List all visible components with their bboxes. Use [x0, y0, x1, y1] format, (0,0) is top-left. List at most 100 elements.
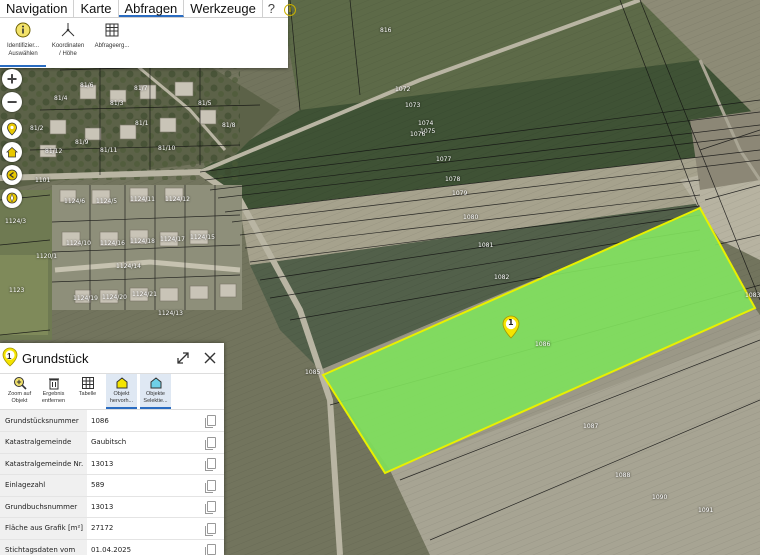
back-arrow-icon — [6, 169, 18, 181]
zoom-to-object-button[interactable]: Zoom auf Objekt — [4, 374, 35, 409]
parcel-label: 1124/19 — [73, 295, 98, 302]
parcel-label: 1091 — [698, 507, 714, 514]
parcel-label: 1124/5 — [96, 198, 118, 205]
tab-karte[interactable]: Karte — [74, 0, 119, 17]
coordinates-height-tool[interactable]: Koordinaten / Höhe — [46, 18, 90, 67]
parcel-label: 1073 — [405, 102, 421, 109]
query-results-tool[interactable]: Abfrageerg... — [90, 18, 134, 67]
parcel-label: 1076 — [410, 131, 426, 138]
select-objects-button[interactable]: Objekte Selektie... — [140, 374, 171, 409]
map-marker-number: 1 — [508, 318, 514, 327]
panel-header: 1 Grundstück — [0, 343, 224, 374]
table-row: Katastralgemeinde Gaubitsch — [0, 431, 224, 454]
parcel-label: 81/2 — [30, 125, 44, 132]
locate-button[interactable] — [2, 119, 22, 139]
zoom-in-button[interactable]: + — [2, 69, 22, 89]
table-row: Einlagezahl 589 — [0, 474, 224, 497]
copy-icon — [205, 415, 216, 428]
expand-button[interactable] — [174, 349, 192, 367]
highlight-object-button[interactable]: Objekt hervorh... — [106, 374, 137, 409]
copy-button[interactable] — [204, 453, 224, 475]
panel-title: Grundstück — [22, 350, 89, 366]
attribute-key: Katastralgemeinde Nr. — [0, 453, 87, 475]
attribute-key: Grundstücksnummer — [0, 410, 87, 432]
parcel-label: 1124/6 — [64, 198, 86, 205]
help-button[interactable]: ? — [263, 0, 280, 17]
panel-marker-number: 1 — [7, 352, 12, 361]
parcel-label: 1087 — [583, 423, 599, 430]
copy-button[interactable] — [204, 410, 224, 432]
zoom-out-icon: − — [6, 92, 18, 112]
parcel-label: 1079 — [452, 190, 468, 197]
attribute-value: 13013 — [87, 496, 204, 518]
info-icon: i — [284, 3, 297, 16]
attribute-key: Einlagezahl — [0, 474, 87, 497]
parcel-label: 1072 — [395, 86, 411, 93]
action-label: Objekte Selektie... — [143, 391, 168, 404]
parcel-label: 81/5 — [198, 100, 212, 107]
result-panel: 1 Grundstück Zoom auf Objekt Ergebnis en… — [0, 343, 224, 555]
parcel-label: 1085 — [305, 369, 321, 376]
copy-icon — [205, 522, 216, 536]
copy-icon — [205, 458, 216, 472]
table-row: Grundbuchsnummer 13013 — [0, 496, 224, 518]
compass-button[interactable] — [2, 188, 22, 208]
table-row: Grundstücksnummer 1086 — [0, 410, 224, 432]
action-label: Tabelle — [78, 391, 97, 397]
parcel-label: 1078 — [445, 176, 461, 183]
tab-abfragen[interactable]: Abfragen — [118, 0, 185, 17]
attribute-value: 13013 — [87, 453, 204, 475]
tool-label: Abfrageerg... — [94, 43, 130, 49]
action-label: Objekt hervorh... — [109, 391, 134, 404]
identify-select-tool[interactable]: Identifizier... Auswählen — [0, 18, 46, 67]
copy-button[interactable] — [204, 431, 224, 454]
copy-icon — [205, 501, 216, 515]
coordinates-icon — [59, 21, 77, 39]
location-pin-icon — [7, 122, 17, 136]
parcel-label: 81/6 — [80, 82, 94, 89]
parcel-label: 1080 — [463, 214, 479, 221]
parcel-label: 81/3 — [110, 100, 124, 107]
parcel-label: 81/1 — [135, 120, 149, 127]
attribute-value: 27172 — [87, 517, 204, 540]
parcel-label: 1124/12 — [165, 196, 190, 203]
parcel-label: 1124/20 — [102, 294, 127, 301]
tab-werkzeuge[interactable]: Werkzeuge — [184, 0, 263, 17]
parcel-label: 816 — [380, 27, 392, 34]
parcel-label: 81/4 — [54, 95, 68, 102]
back-button[interactable] — [2, 165, 22, 185]
table-button[interactable]: Tabelle — [72, 374, 103, 409]
parcel-label: 1124/21 — [132, 291, 157, 298]
attribute-value: 01.04.2025 — [87, 539, 204, 555]
tool-group: Identifizier... Auswählen Koordinaten / … — [0, 18, 288, 67]
parcel-label: 1124/3 — [5, 218, 27, 225]
parcel-label: 81/7 — [134, 85, 148, 92]
compass-icon — [6, 192, 18, 204]
panel-actions: Zoom auf Objekt Ergebnis entfernen Tabel… — [0, 374, 224, 410]
parcel-label: 1081 — [478, 242, 494, 249]
copy-button[interactable] — [204, 474, 224, 497]
info-button[interactable]: i — [280, 0, 300, 17]
table-row: Katastralgemeinde Nr. 13013 — [0, 453, 224, 475]
parcel-label: 81/12 — [45, 148, 63, 155]
parcel-label: 1074 — [418, 120, 434, 127]
copy-button[interactable] — [204, 517, 224, 540]
copy-icon — [205, 544, 216, 555]
zoom-out-button[interactable]: − — [2, 92, 22, 112]
home-icon — [6, 146, 18, 158]
parcel-label: 1124/15 — [190, 234, 215, 241]
attribute-value: 1086 — [87, 410, 204, 432]
copy-button[interactable] — [204, 496, 224, 518]
close-button[interactable] — [201, 349, 219, 367]
home-button[interactable] — [2, 142, 22, 162]
parcel-label: 1124/14 — [116, 263, 141, 270]
tool-label: Identifizier... Auswählen — [6, 43, 39, 57]
parcel-label: 1124/11 — [130, 196, 155, 203]
attribute-key: Fläche aus Grafik [m²] — [0, 517, 87, 540]
copy-button[interactable] — [204, 539, 224, 555]
tab-bar: Navigation Karte Abfragen Werkzeuge ? i — [0, 0, 297, 18]
parcel-label: 1124/18 — [130, 238, 155, 245]
attribute-key: Grundbuchsnummer — [0, 496, 87, 518]
tab-navigation[interactable]: Navigation — [0, 0, 75, 17]
remove-result-button[interactable]: Ergebnis entfernen — [38, 374, 69, 409]
